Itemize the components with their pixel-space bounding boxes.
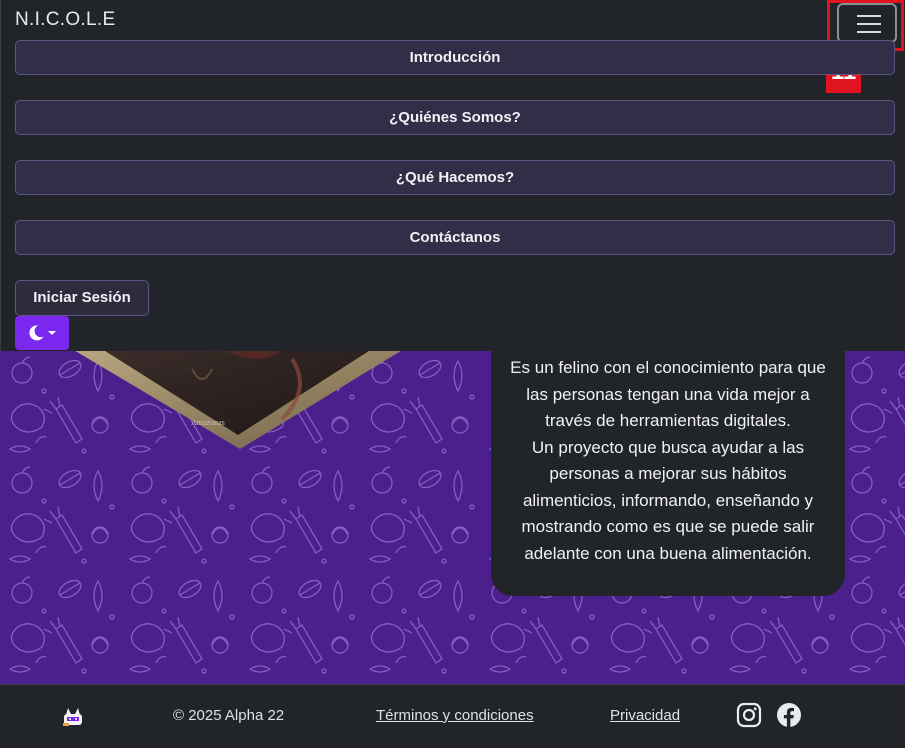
brand-logo-text[interactable]: N.I.C.O.L.E: [15, 9, 115, 31]
chevron-down-icon: [48, 331, 56, 335]
theme-toggle-button[interactable]: [15, 316, 69, 350]
footer: © 2025 Alpha 22 Términos y condiciones P…: [0, 684, 905, 748]
nav-item-contactanos[interactable]: Contáctanos: [15, 220, 895, 255]
cat-logo-icon[interactable]: [61, 704, 85, 728]
about-card: Es un felino con el conocimiento para qu…: [491, 351, 845, 596]
login-button[interactable]: Iniciar Sesión: [15, 280, 149, 316]
facebook-icon[interactable]: [776, 702, 802, 728]
instagram-icon[interactable]: [736, 702, 762, 728]
image-caption: Amazonas: [191, 418, 225, 427]
cat-image: [75, 351, 401, 449]
nav-item-introduccion[interactable]: Introducción: [15, 40, 895, 75]
moon-icon: [29, 325, 44, 341]
hero-section: Amazonas Es un felino con el conocimient…: [0, 351, 905, 684]
terms-link[interactable]: Términos y condiciones: [376, 707, 534, 724]
navbar: N.I.C.O.L.E 11 Introducción ¿Quiénes Som…: [0, 0, 905, 351]
about-text-intro: Es un felino con el conocimiento para qu…: [510, 358, 826, 430]
nav-item-quienes-somos[interactable]: ¿Quiénes Somos?: [15, 100, 895, 135]
nav-item-que-hacemos[interactable]: ¿Qué Hacemos?: [15, 160, 895, 195]
about-text-project: Un proyecto que busca ayudar a las perso…: [521, 437, 815, 563]
hamburger-menu-icon-bar: [857, 31, 881, 33]
privacy-link[interactable]: Privacidad: [610, 707, 680, 724]
hamburger-menu-icon-bar: [857, 23, 881, 25]
navbar-toggler-button[interactable]: [837, 3, 897, 43]
copyright-text: © 2025 Alpha 22: [173, 707, 285, 724]
hamburger-menu-icon: [857, 15, 881, 17]
